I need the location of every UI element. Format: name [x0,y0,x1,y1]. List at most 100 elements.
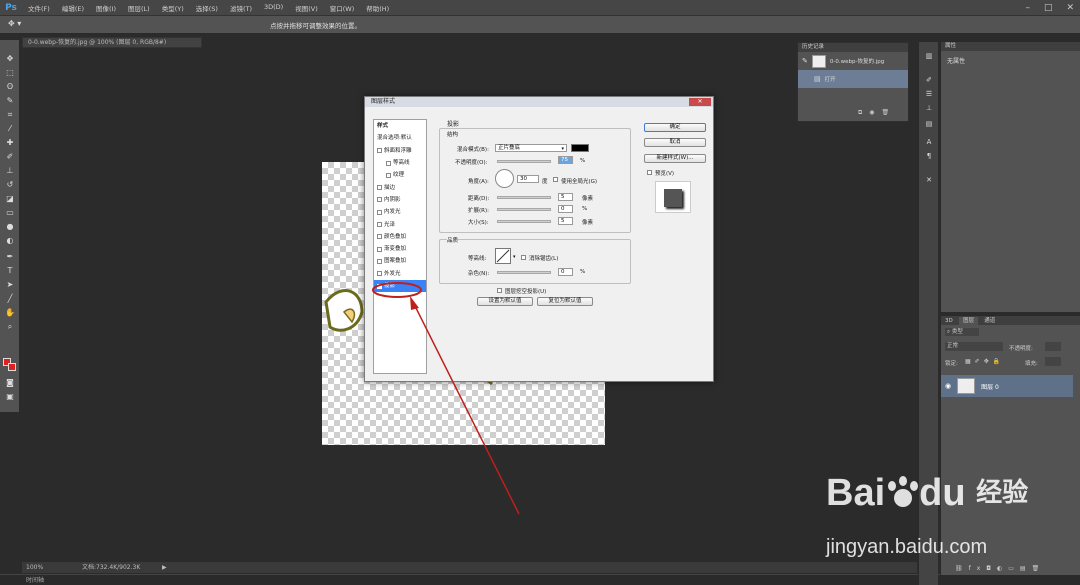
eraser-tool-icon[interactable]: ◪ [4,194,16,204]
menu-item[interactable]: 图层(L) [122,3,156,13]
menu-item[interactable]: 编辑(E) [56,3,90,13]
move-tool-icon[interactable]: ✥ [4,54,16,64]
angle-dial[interactable] [495,169,514,188]
minimize-button[interactable]: – [1025,3,1030,13]
menu-item[interactable]: 窗口(W) [324,3,361,13]
maximize-button[interactable]: □ [1044,3,1053,13]
spread-input[interactable]: 0 [558,205,573,213]
style-item[interactable]: 外发光 [374,268,426,280]
style-item[interactable]: 内发光 [374,206,426,218]
background-color-swatch[interactable] [8,363,16,371]
shadow-blend-mode-select[interactable]: 正片叠底 ▾ [495,144,567,152]
document-tab[interactable]: 0-0.webp-恢复的.jpg @ 100% (图层 0, RGB/8#) [22,37,202,48]
status-arrow-icon[interactable]: ▶ [162,562,167,573]
menu-item[interactable]: 类型(Y) [156,3,190,13]
style-item[interactable]: 光泽 [374,218,426,230]
anti-alias-checkbox[interactable] [521,254,526,262]
preview-checkbox[interactable] [647,169,652,177]
style-item[interactable]: 纹理 [374,169,426,181]
set-default-button[interactable]: 设置为默认值 [477,297,533,306]
stamp-tool-icon[interactable]: ⊥ [4,166,16,176]
distance-input[interactable]: 5 [558,193,573,201]
line-tool-icon[interactable]: ╱ [4,294,16,304]
checkbox-icon[interactable] [377,209,382,215]
paragraph-panel-icon[interactable]: ¶ [923,152,935,161]
brush-panel-icon[interactable]: ✐ [923,76,935,85]
properties-tab[interactable]: 属性 [941,42,1080,51]
checkbox-icon[interactable] [377,197,382,203]
tab-3d[interactable]: 3D [941,317,957,326]
style-item[interactable]: 图案叠加 [374,255,426,267]
global-light-checkbox[interactable] [553,176,558,184]
history-brush-icon[interactable]: ↺ [4,180,16,190]
crop-tool-icon[interactable]: ⌗ [4,110,16,120]
layer-filter-select[interactable]: ⌕ 类型 [945,328,979,336]
blur-tool-icon[interactable]: ● [4,222,16,232]
style-item[interactable]: 等高线 [374,157,426,169]
move-tool-preset-icon[interactable]: ✥ ▾ [8,19,34,31]
menu-item[interactable]: 滤镜(T) [224,3,258,13]
tab-channels[interactable]: 通道 [980,317,999,326]
style-item[interactable]: 描边 [374,181,426,193]
cancel-button[interactable]: 取消 [644,138,706,147]
style-item[interactable]: 颜色叠加 [374,231,426,243]
dialog-close-icon[interactable]: ✕ [689,98,711,106]
contour-dropdown-icon[interactable]: ▾ [513,254,516,260]
layer-row[interactable]: ◉ 图层 0 [941,375,1073,397]
eyedropper-icon[interactable]: ⁄ [4,124,16,134]
layer-name[interactable]: 图层 0 [981,382,999,391]
clone-source-icon[interactable]: ⊥ [923,104,935,113]
pen-tool-icon[interactable]: ✒ [4,252,16,262]
adjust-panel-icon[interactable]: ☰ [923,90,935,99]
fill-input[interactable] [1045,357,1061,366]
marquee-tool-icon[interactable]: ⬚ [4,68,16,78]
checkbox-icon[interactable] [377,234,382,240]
style-item[interactable]: 斜面和浮雕 [374,145,426,157]
menu-item[interactable]: 选择(S) [190,3,224,13]
menu-item[interactable]: 文件(F) [22,3,56,13]
zoom-level[interactable]: 100% [26,562,43,573]
contour-picker[interactable] [495,248,511,264]
style-item[interactable]: 投影 [374,279,426,293]
opacity-input[interactable]: 75 [558,156,573,164]
opacity-input[interactable] [1045,342,1061,351]
shadow-color-swatch[interactable] [571,144,589,152]
history-state-open[interactable]: ▤ 打开 [798,70,908,88]
distance-slider[interactable] [497,196,551,199]
style-item[interactable]: 渐变叠加 [374,243,426,255]
quick-select-icon[interactable]: ✎ [4,96,16,106]
blend-mode-select[interactable]: 正常 [945,342,1003,351]
new-style-button[interactable]: 新建样式(W)... [644,154,706,163]
character-panel-icon[interactable]: A [923,138,935,147]
checkbox-icon[interactable] [377,185,382,191]
history-snapshot[interactable]: ✎ 0-0.webp-恢复的.jpg [798,52,908,70]
spread-slider[interactable] [497,208,551,211]
ok-button[interactable]: 确定 [644,123,706,132]
noise-input[interactable]: 0 [558,268,573,276]
checkbox-icon[interactable] [377,246,382,252]
checkbox-icon[interactable] [377,258,382,264]
healing-brush-icon[interactable]: ✚ [4,138,16,148]
new-doc-from-state-icon[interactable]: ⧉ [858,109,862,117]
timeline-label[interactable]: 时间轴 [26,577,44,584]
menu-item[interactable]: 视图(V) [289,3,324,13]
gradient-tool-icon[interactable]: ▭ [4,208,16,218]
screen-mode-icon[interactable]: ▣ [4,392,16,402]
styles-header[interactable]: 样式 [374,120,426,132]
dodge-tool-icon[interactable]: ◐ [4,236,16,246]
zoom-tool-icon[interactable]: ⌕ [4,322,16,332]
menu-item[interactable]: 图像(I) [90,3,122,13]
trash-icon[interactable]: 🗑 [882,109,890,117]
tool-presets-icon[interactable]: ✕ [923,176,935,185]
lasso-tool-icon[interactable]: ʘ [4,82,16,92]
history-panel-icon[interactable]: ▥ [923,52,935,61]
checkbox-icon[interactable] [377,271,382,277]
close-window-button[interactable]: ✕ [1066,3,1074,13]
type-tool-icon[interactable]: T [4,266,16,276]
history-tab[interactable]: 历史记录 [798,43,908,52]
menu-item[interactable]: 帮助(H) [360,3,395,13]
opacity-slider[interactable] [497,160,551,163]
path-select-icon[interactable]: ➤ [4,280,16,290]
menu-item[interactable]: 3D(D) [258,3,289,13]
quick-mask-icon[interactable]: ◙ [4,378,16,388]
